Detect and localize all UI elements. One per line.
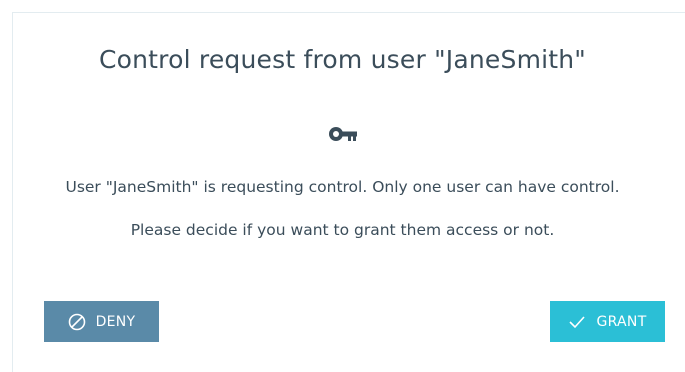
deny-button[interactable]: DENY: [44, 301, 159, 342]
grant-label: GRANT: [596, 313, 647, 330]
checkmark-icon: [568, 315, 586, 329]
key-icon-container: [0, 125, 685, 147]
dialog-title: Control request from user "JaneSmith": [98, 45, 587, 74]
request-message: User "JaneSmith" is requesting control. …: [65, 178, 620, 196]
decision-prompt: Please decide if you want to grant them …: [130, 221, 555, 239]
key-icon: [328, 125, 358, 147]
grant-button[interactable]: GRANT: [550, 301, 665, 342]
deny-label: DENY: [95, 313, 136, 330]
prohibited-icon: [68, 313, 86, 331]
